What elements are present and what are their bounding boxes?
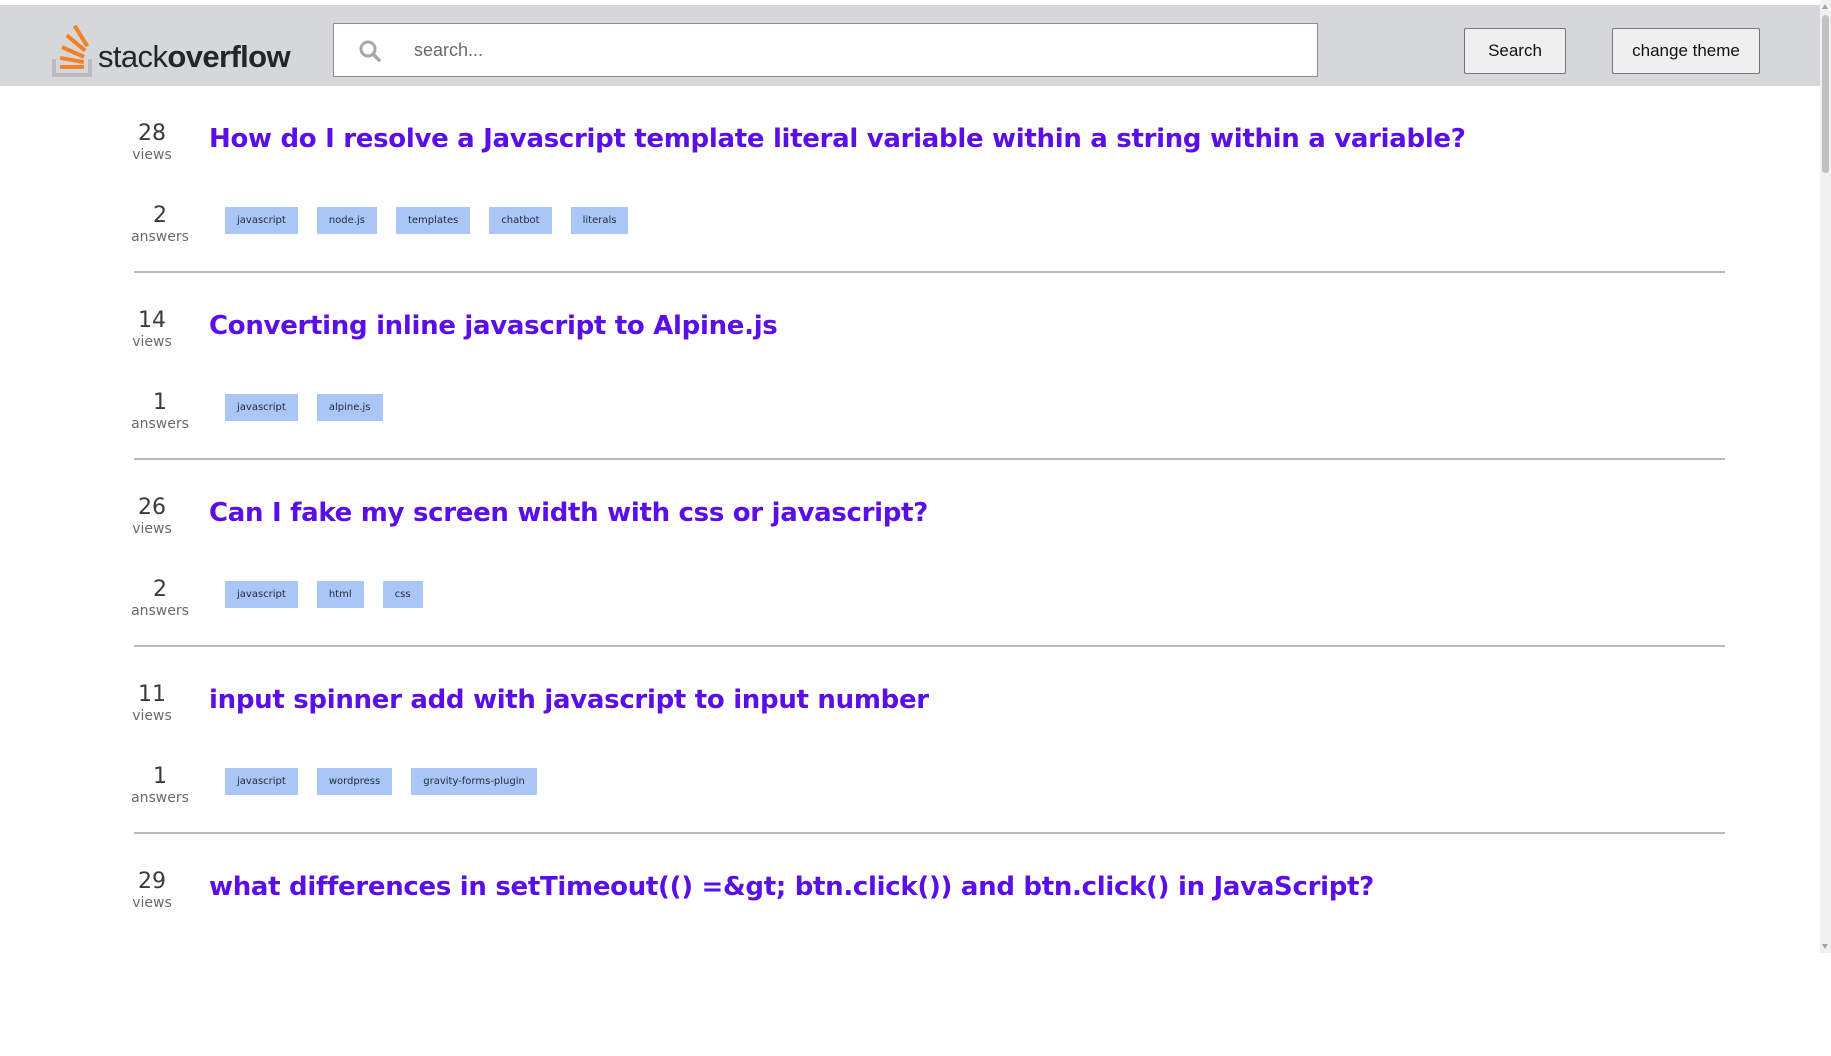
question-divider (134, 271, 1725, 273)
tag[interactable]: html (316, 581, 364, 608)
logo-text-bold: overflow (167, 39, 291, 74)
tag[interactable]: wordpress (316, 768, 393, 795)
views-label: views (132, 895, 172, 911)
tag[interactable]: literals (570, 207, 629, 234)
tag[interactable]: javascript (225, 581, 298, 608)
tag-list: javascript html css (225, 581, 423, 608)
question-title-link[interactable]: Converting inline javascript to Alpine.j… (209, 311, 778, 341)
views-count: 28 views (112, 121, 192, 163)
answers-label: answers (131, 416, 189, 432)
search-box[interactable] (333, 23, 1318, 77)
views-number: 26 (138, 495, 166, 520)
answers-count: 1 answers (120, 764, 200, 806)
tag-list: javascript node.js templates chatbot lit… (225, 207, 629, 234)
views-number: 14 (138, 308, 166, 333)
views-count: 11 views (112, 682, 192, 724)
scroll-up-arrow-icon[interactable] (1822, 4, 1828, 9)
question-title-link[interactable]: input spinner add with javascript to inp… (209, 685, 929, 715)
question-title-link[interactable]: what differences in setTimeout(() =&gt; … (209, 872, 1374, 902)
top-bar: stackoverflow Search change theme (0, 5, 1820, 86)
answers-count: 1 answers (120, 390, 200, 432)
question-divider (134, 458, 1725, 460)
question-item: 26 views Can I fake my screen width with… (0, 495, 1820, 682)
answers-label: answers (131, 790, 189, 806)
scroll-down-arrow-icon[interactable] (1822, 944, 1828, 949)
tag[interactable]: css (382, 581, 423, 608)
answers-number: 2 (153, 577, 167, 602)
views-count: 29 views (112, 869, 192, 911)
tag[interactable]: gravity-forms-plugin (411, 768, 537, 795)
views-count: 14 views (112, 308, 192, 350)
views-number: 11 (138, 682, 166, 707)
answers-number: 1 (153, 390, 167, 415)
question-divider (134, 645, 1725, 647)
tag[interactable]: node.js (316, 207, 377, 234)
search-button[interactable]: Search (1464, 28, 1566, 74)
tag[interactable]: alpine.js (316, 394, 383, 421)
question-title-link[interactable]: Can I fake my screen width with css or j… (209, 498, 928, 528)
answers-count: 2 answers (120, 577, 200, 619)
answers-number: 2 (153, 203, 167, 228)
views-label: views (132, 708, 172, 724)
question-item: 11 views input spinner add with javascri… (0, 682, 1820, 869)
change-theme-button[interactable]: change theme (1612, 28, 1760, 74)
logo-text-light: stack (98, 39, 168, 74)
views-count: 26 views (112, 495, 192, 537)
views-label: views (132, 147, 172, 163)
stackoverflow-icon (52, 24, 94, 77)
views-number: 28 (138, 121, 166, 146)
search-icon (358, 39, 382, 63)
views-label: views (132, 334, 172, 350)
question-item: 28 views How do I resolve a Javascript t… (0, 121, 1820, 308)
views-label: views (132, 521, 172, 537)
stackoverflow-logo[interactable]: stackoverflow (52, 23, 312, 77)
tag[interactable]: javascript (225, 768, 298, 795)
question-title-link[interactable]: How do I resolve a Javascript template l… (209, 124, 1466, 154)
tag[interactable]: chatbot (489, 207, 552, 234)
question-item: 29 views what differences in setTimeout(… (0, 869, 1820, 1056)
tag[interactable]: templates (395, 207, 471, 234)
question-item: 14 views Converting inline javascript to… (0, 308, 1820, 495)
views-number: 29 (138, 869, 166, 894)
scroll-thumb[interactable] (1822, 15, 1829, 173)
answers-number: 1 (153, 764, 167, 789)
logo-wordmark: stackoverflow (98, 39, 291, 75)
answers-count: 2 answers (120, 203, 200, 245)
question-divider (134, 832, 1725, 834)
answers-label: answers (131, 229, 189, 245)
answers-label: answers (131, 603, 189, 619)
scrollbar[interactable] (1820, 0, 1831, 953)
tag-list: javascript alpine.js (225, 394, 383, 421)
tag[interactable]: javascript (225, 207, 298, 234)
tag[interactable]: javascript (225, 394, 298, 421)
tag-list: javascript wordpress gravity-forms-plugi… (225, 768, 537, 795)
search-input[interactable] (414, 36, 1294, 64)
